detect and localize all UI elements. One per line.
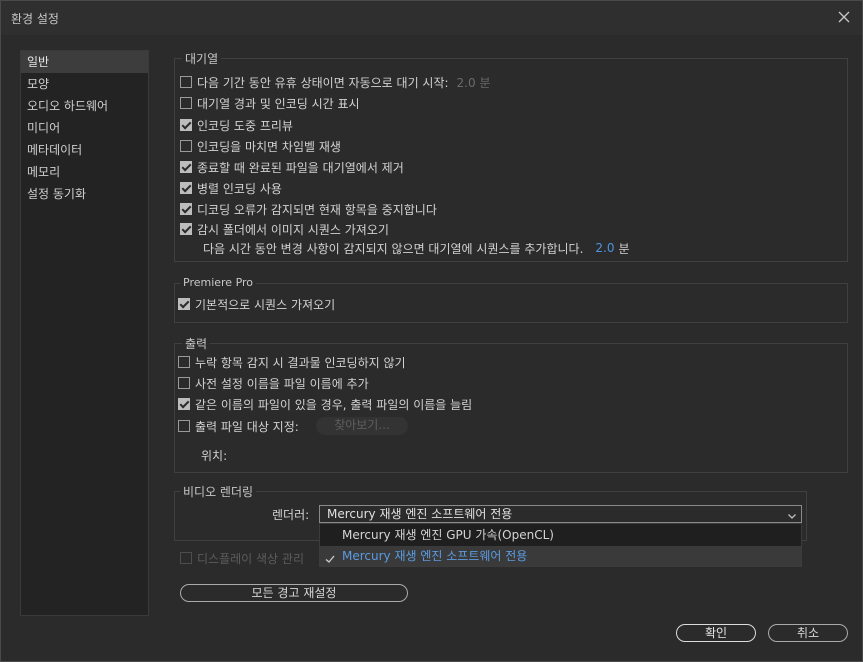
no-encode-missing-label: 누락 항목 감지 시 결과물 인코딩하지 않기	[195, 355, 406, 370]
renderer-option-gpu-label: Mercury 재생 엔진 GPU 가속(OpenCL)	[342, 528, 554, 542]
no-encode-missing-row: 누락 항목 감지 시 결과물 인코딩하지 않기	[178, 353, 406, 371]
specify-dest-label: 출력 파일 대상 지정:	[195, 419, 299, 434]
dialog-title: 환경 설정	[11, 12, 59, 26]
append-preset-checkbox[interactable]	[178, 377, 190, 389]
checkmark-icon	[325, 550, 335, 563]
renderer-option-software[interactable]: Mercury 재생 엔진 소프트웨어 전용	[320, 546, 801, 566]
preview-checkbox[interactable]	[180, 119, 192, 131]
append-preset-label: 사전 설정 이름을 파일 이름에 추가	[195, 376, 369, 391]
category-list: 일반 모양 오디오 하드웨어 미디어 메타데이터 메모리 설정 동기화	[20, 50, 149, 616]
import-sequence-checkbox[interactable]	[178, 298, 190, 310]
import-watch-checkbox[interactable]	[180, 223, 192, 235]
sidebar-item-audio-hardware[interactable]: 오디오 하드웨어	[21, 95, 148, 117]
chevron-down-icon	[787, 509, 797, 519]
no-encode-missing-checkbox[interactable]	[178, 356, 190, 368]
import-watch-label: 감시 폴더에서 이미지 시퀀스 가져오기	[197, 222, 389, 237]
renderer-selected-value: Mercury 재생 엔진 소프트웨어 전용	[327, 507, 513, 521]
ok-button[interactable]: 확인	[676, 624, 756, 642]
chime-row: 인코딩을 마치면 차임벨 재생	[180, 137, 341, 155]
sidebar-item-sync-settings[interactable]: 설정 동기화	[21, 183, 148, 205]
close-icon[interactable]	[834, 7, 854, 27]
preview-row: 인코딩 도중 프리뷰	[180, 116, 293, 134]
renderer-option-software-label: Mercury 재생 엔진 소프트웨어 전용	[342, 549, 528, 563]
parallel-checkbox[interactable]	[180, 182, 192, 194]
parallel-label: 병렬 인코딩 사용	[197, 181, 282, 196]
renderer-row: 렌더러:	[272, 505, 309, 523]
idle-start-row: 다음 기간 동안 유휴 상태이면 자동으로 대기 시작: 2.0 분	[180, 73, 491, 91]
location-label: 위치:	[201, 448, 228, 463]
idle-start-value[interactable]: 2.0 분	[457, 74, 491, 91]
stop-on-error-row: 디코딩 오류가 감지되면 현재 항목을 중지합니다	[180, 200, 437, 218]
sidebar-item-memory[interactable]: 메모리	[21, 161, 148, 183]
renderer-dropdown: Mercury 재생 엔진 GPU 가속(OpenCL) Mercury 재생 …	[319, 523, 802, 567]
sidebar-item-general[interactable]: 일반	[21, 51, 148, 73]
location-row: 위치:	[201, 446, 227, 464]
increment-name-label: 같은 이름의 파일이 있을 경우, 출력 파일의 이름을 늘림	[195, 397, 473, 412]
chime-checkbox[interactable]	[180, 140, 192, 152]
watch-note-label: 다음 시간 동안 변경 사항이 감지되지 않으면 대기열에 시퀀스를 추가합니다…	[203, 241, 584, 256]
premiere-legend: Premiere Pro	[180, 276, 257, 289]
display-color-label: 디스플레이 색상 관리	[197, 551, 304, 566]
increment-name-checkbox[interactable]	[178, 398, 190, 410]
idle-start-label: 다음 기간 동안 유휴 상태이면 자동으로 대기 시작:	[197, 75, 449, 90]
browse-button[interactable]: 찾아보기...	[316, 417, 408, 435]
display-color-row: 디스플레이 색상 관리	[180, 549, 304, 567]
specify-dest-checkbox[interactable]	[178, 420, 190, 432]
watch-note-row: 다음 시간 동안 변경 사항이 감지되지 않으면 대기열에 시퀀스를 추가합니다…	[203, 239, 630, 257]
chime-label: 인코딩을 마치면 차임벨 재생	[197, 139, 341, 154]
cancel-button[interactable]: 취소	[768, 624, 848, 642]
renderer-option-gpu[interactable]: Mercury 재생 엔진 GPU 가속(OpenCL)	[320, 525, 801, 545]
import-sequence-row: 기본적으로 시퀀스 가져오기	[178, 295, 335, 313]
show-time-checkbox[interactable]	[180, 97, 192, 109]
watch-unit: 분	[618, 241, 630, 256]
queue-legend: 대기열	[182, 50, 222, 67]
remove-completed-row: 종료할 때 완료된 파일을 대기열에서 제거	[180, 158, 404, 176]
import-sequence-label: 기본적으로 시퀀스 가져오기	[195, 297, 336, 312]
remove-completed-label: 종료할 때 완료된 파일을 대기열에서 제거	[197, 160, 404, 175]
increment-name-row: 같은 이름의 파일이 있을 경우, 출력 파일의 이름을 늘림	[178, 395, 472, 413]
video-render-legend: 비디오 렌더링	[180, 483, 257, 500]
preview-label: 인코딩 도중 프리뷰	[197, 118, 293, 133]
stop-on-error-label: 디코딩 오류가 감지되면 현재 항목을 중지합니다	[197, 202, 437, 217]
sidebar-item-media[interactable]: 미디어	[21, 117, 148, 139]
remove-completed-checkbox[interactable]	[180, 161, 192, 173]
sidebar-item-appearance[interactable]: 모양	[21, 73, 148, 95]
reset-warnings-button[interactable]: 모든 경고 재설정	[180, 584, 408, 602]
preferences-dialog: 환경 설정 일반 모양 오디오 하드웨어 미디어 메타데이터 메모리 설정 동기…	[0, 0, 863, 662]
output-legend: 출력	[182, 335, 211, 352]
watch-value[interactable]: 2.0	[595, 241, 614, 255]
append-preset-row: 사전 설정 이름을 파일 이름에 추가	[178, 374, 369, 392]
renderer-label: 렌더러:	[272, 507, 310, 522]
show-time-row: 대기열 경과 및 인코딩 시간 표시	[180, 94, 360, 112]
sidebar-item-metadata[interactable]: 메타데이터	[21, 139, 148, 161]
stop-on-error-checkbox[interactable]	[180, 203, 192, 215]
parallel-row: 병렬 인코딩 사용	[180, 179, 282, 197]
specify-dest-row: 출력 파일 대상 지정:	[178, 417, 299, 435]
renderer-select[interactable]: Mercury 재생 엔진 소프트웨어 전용	[319, 505, 802, 523]
display-color-checkbox[interactable]	[180, 552, 192, 564]
idle-start-checkbox[interactable]	[180, 76, 192, 88]
title-bar: 환경 설정	[1, 1, 862, 35]
import-watch-row: 감시 폴더에서 이미지 시퀀스 가져오기	[180, 220, 389, 238]
show-time-label: 대기열 경과 및 인코딩 시간 표시	[197, 96, 360, 111]
